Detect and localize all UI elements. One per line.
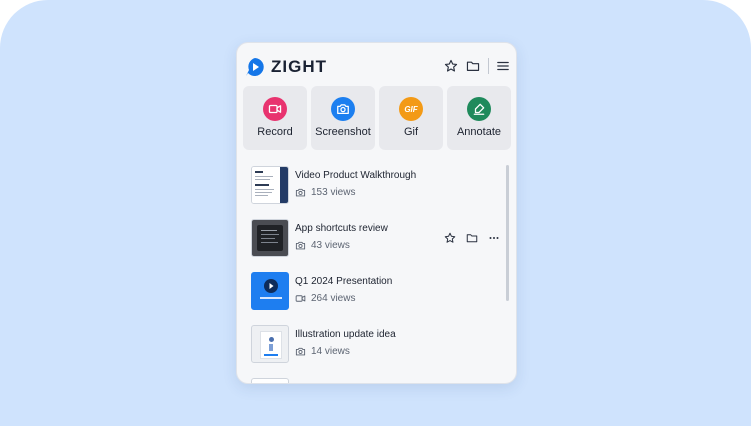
zight-logo: ZIGHT xyxy=(245,57,327,77)
zight-logo-icon xyxy=(246,58,264,76)
capture-actions: Record Screenshot GIF Gif Annotate xyxy=(243,86,511,150)
item-title: Illustration update idea xyxy=(295,329,396,340)
gif-button[interactable]: GIF Gif xyxy=(379,86,443,150)
list-item[interactable]: Video Product Walkthrough 153 views xyxy=(237,161,507,205)
item-title: Video Product Walkthrough xyxy=(295,170,417,181)
annotate-label: Annotate xyxy=(456,126,502,138)
thumbnail xyxy=(251,272,289,310)
record-button[interactable]: Record xyxy=(243,86,307,150)
list-item[interactable]: Q1 2024 Presentation 264 views xyxy=(237,267,507,311)
camera-icon xyxy=(295,241,306,250)
menu-button[interactable] xyxy=(495,58,511,74)
record-icon xyxy=(263,97,287,121)
thumbnail xyxy=(251,378,289,383)
screenshot-button[interactable]: Screenshot xyxy=(311,86,375,150)
folder-icon[interactable] xyxy=(466,232,478,244)
header: ZIGHT xyxy=(237,43,516,87)
item-meta: 264 views xyxy=(295,293,355,304)
gif-label: Gif xyxy=(403,126,419,138)
camera-icon xyxy=(295,347,306,356)
camera-icon xyxy=(295,188,306,197)
item-meta: 153 views xyxy=(295,187,355,198)
video-icon xyxy=(295,295,306,302)
screenshot-label: Screenshot xyxy=(315,126,371,138)
menu-icon xyxy=(497,61,509,71)
star-icon[interactable] xyxy=(444,232,456,244)
item-meta: 14 views xyxy=(295,346,350,357)
recent-captures-list: Video Product Walkthrough 153 views App … xyxy=(237,161,507,383)
folder-icon xyxy=(466,61,480,71)
gif-badge: GIF xyxy=(404,104,418,114)
record-label: Record xyxy=(257,126,293,138)
item-title: Q1 2024 Presentation xyxy=(295,276,393,287)
thumbnail xyxy=(251,219,289,257)
item-views: 264 views xyxy=(311,293,356,304)
item-views: 43 views xyxy=(311,240,350,251)
item-views: 14 views xyxy=(311,346,350,357)
header-divider xyxy=(488,58,489,74)
thumbnail xyxy=(251,166,289,204)
item-title: App shortcuts review xyxy=(295,223,388,234)
item-views: 153 views xyxy=(311,187,356,198)
item-actions xyxy=(444,232,500,244)
list-item[interactable]: Illustration update idea 14 views xyxy=(237,320,507,364)
zight-popup-panel: ZIGHT Record Screenshot GIF Gif Annotate… xyxy=(236,42,517,384)
folder-button[interactable] xyxy=(465,58,481,74)
thumbnail xyxy=(251,325,289,363)
favorites-button[interactable] xyxy=(443,58,459,74)
list-item-partial[interactable] xyxy=(237,373,507,383)
list-scrollbar[interactable] xyxy=(506,165,509,301)
gif-icon: GIF xyxy=(399,97,423,121)
star-icon xyxy=(444,59,458,72)
list-item[interactable]: App shortcuts review 43 views xyxy=(237,214,507,258)
brand-name: ZIGHT xyxy=(271,57,327,76)
play-icon xyxy=(264,279,278,293)
annotate-button[interactable]: Annotate xyxy=(447,86,511,150)
item-meta: 43 views xyxy=(295,240,350,251)
pen-icon xyxy=(467,97,491,121)
more-icon[interactable] xyxy=(488,232,500,244)
camera-icon xyxy=(331,97,355,121)
